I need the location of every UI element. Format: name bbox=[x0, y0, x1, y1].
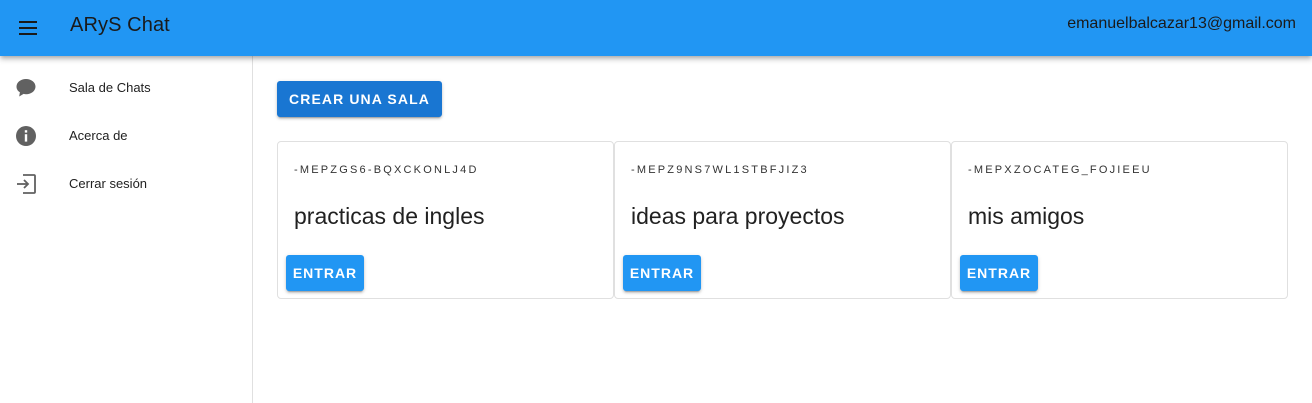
user-email: emanuelbalcazar13@gmail.com bbox=[1067, 15, 1296, 32]
main-content: CREAR UNA SALA -MEPZGS6-BQXCKONLJ4D prac… bbox=[253, 56, 1312, 403]
sidebar-item-cerrar-sesion[interactable]: Cerrar sesión bbox=[0, 160, 252, 208]
chat-bubble-icon bbox=[14, 76, 38, 100]
enter-room-button[interactable]: ENTRAR bbox=[960, 255, 1038, 291]
room-name: ideas para proyectos bbox=[631, 203, 845, 229]
room-name: mis amigos bbox=[968, 203, 1085, 229]
room-card: -MEPZGS6-BQXCKONLJ4D practicas de ingles… bbox=[277, 141, 614, 299]
sidebar-item-acerca-de[interactable]: Acerca de bbox=[0, 112, 252, 160]
sidebar-item-label: Cerrar sesión bbox=[69, 176, 148, 191]
room-name: practicas de ingles bbox=[294, 203, 485, 229]
app-bar: ARyS Chat emanuelbalcazar13@gmail.com bbox=[0, 0, 1312, 56]
enter-room-button[interactable]: ENTRAR bbox=[623, 255, 701, 291]
navigation-drawer: Sala de Chats Acerca de Cerrar sesión bbox=[0, 56, 253, 403]
room-id: -MEPXZOCATEG_FOJIEEU bbox=[968, 164, 1152, 176]
room-card: -MEPXZOCATEG_FOJIEEU mis amigos ENTRAR bbox=[951, 141, 1288, 299]
sidebar-item-label: Sala de Chats bbox=[69, 80, 151, 95]
room-id: -MEPZ9NS7WL1STBFJIZ3 bbox=[631, 164, 809, 176]
room-card: -MEPZ9NS7WL1STBFJIZ3 ideas para proyecto… bbox=[614, 141, 951, 299]
sidebar-item-label: Acerca de bbox=[69, 128, 128, 143]
create-room-button[interactable]: CREAR UNA SALA bbox=[277, 81, 442, 117]
hamburger-menu-icon[interactable] bbox=[12, 12, 44, 44]
app-title: ARyS Chat bbox=[70, 14, 170, 36]
logout-icon bbox=[14, 172, 38, 196]
room-id: -MEPZGS6-BQXCKONLJ4D bbox=[294, 164, 479, 176]
sidebar-item-sala-de-chats[interactable]: Sala de Chats bbox=[0, 64, 252, 112]
info-icon bbox=[14, 124, 38, 148]
enter-room-button[interactable]: ENTRAR bbox=[286, 255, 364, 291]
